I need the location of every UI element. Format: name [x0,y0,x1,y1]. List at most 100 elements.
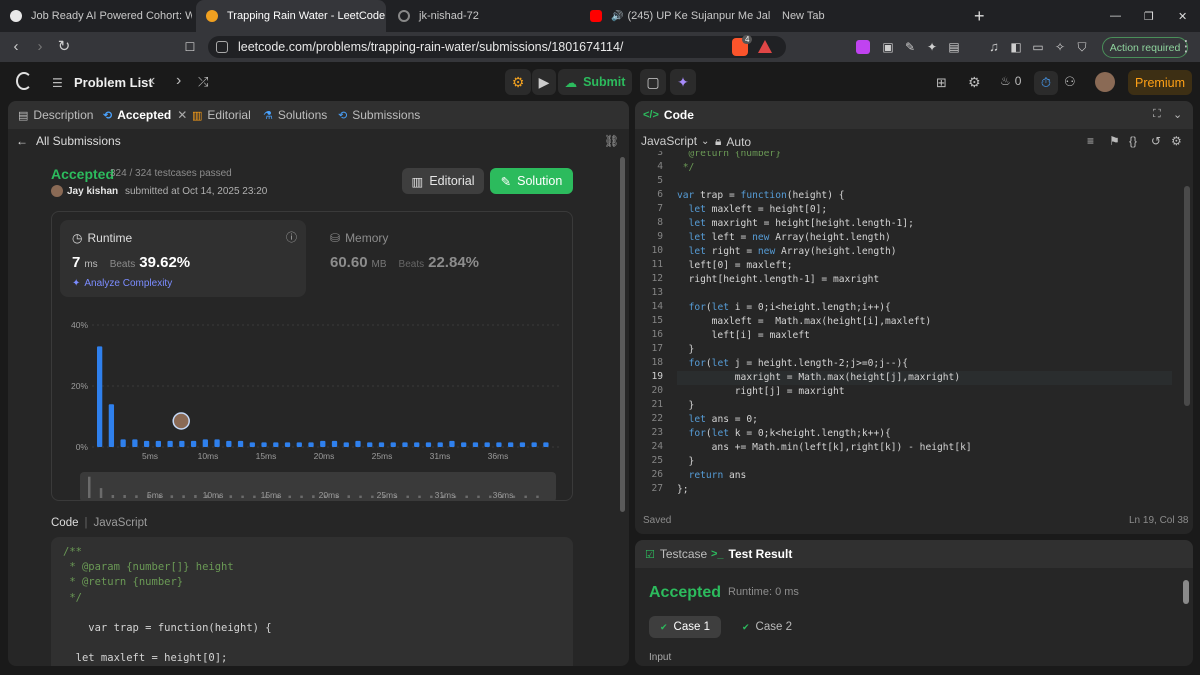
bookmark-icon[interactable]: ⚑ [1109,134,1120,148]
chart-bar [214,439,220,447]
debug-icon[interactable]: ⚙ [505,69,531,95]
timer-icon[interactable]: ⏱ [1034,71,1058,95]
all-submissions-link[interactable]: ← All Submissions [16,134,121,148]
close-window-icon[interactable]: ✕ [1168,0,1198,32]
leo-ai-icon[interactable]: ✧ [1050,36,1070,58]
code-line: right[j] = maxright [734,386,845,397]
info-icon[interactable]: ⓘ [286,229,297,245]
minimize-icon[interactable]: — [1100,0,1130,32]
mini-bar [99,488,103,498]
tab-code[interactable]: </> Code [643,101,694,129]
sidebar-icon[interactable]: ◧ [1006,36,1026,58]
code-line: }; [677,484,689,495]
case-2-tab[interactable]: ✔ Case 2 [731,616,803,638]
run-icon[interactable]: ▶ [532,69,556,95]
chart-bar [155,440,162,447]
puzzle-icon[interactable]: ✦ [922,36,942,58]
notes-icon[interactable]: ▢ [640,69,666,95]
test-result-panel: ☑ Testcase >_ Test Result Accepted Runti… [635,540,1193,666]
add-friend-icon[interactable]: ⚇ [1064,74,1076,90]
layout-icon[interactable]: ⊞ [936,75,947,91]
ai-sparkle-icon[interactable]: ✦ [670,69,696,95]
menu-icon[interactable]: ⋮ [1176,36,1196,58]
screenshot-icon[interactable]: ▤ [944,36,964,58]
browser-tab-cohort[interactable]: Job Ready AI Powered Cohort: Web [0,0,192,32]
browser-tab-new[interactable]: New Tab [772,0,962,32]
editor-scrollbar[interactable] [1184,186,1190,406]
shuffle-icon[interactable]: ⤮ [198,74,208,90]
pen-icon[interactable]: ✎ [900,36,920,58]
reset-icon[interactable]: ↺ [1151,134,1161,148]
user-avatar[interactable] [1095,72,1115,92]
tab-editorial[interactable]: ▥ Editorial [192,101,251,129]
settings-icon[interactable]: ⚙ [968,74,981,91]
browser-tab-github[interactable]: jk-nishad-72 [388,0,578,32]
back-icon[interactable]: ‹ [6,36,26,58]
close-tab-icon[interactable]: ✕ [385,9,386,23]
tab-solutions[interactable]: ⚗ Solutions [263,101,327,129]
mini-bar [123,495,126,498]
chart-bar [402,442,408,447]
line-number: 27 [651,483,663,494]
memory-card[interactable]: ⛁ Memory 60.60 MB Beats 22.84% [318,220,564,297]
browser-tab-leetcode[interactable]: Trapping Rain Water - LeetCode ✕ [196,0,386,32]
tab-testcase[interactable]: ☑ Testcase [645,540,707,568]
tab-test-result[interactable]: >_ Test Result [711,540,792,568]
language-select[interactable]: JavaScript ⌄ [641,134,709,148]
close-tab-icon[interactable]: ✕ [177,108,187,122]
leetcode-logo-icon[interactable] [16,72,32,90]
audio-icon[interactable]: 🔊 [611,11,623,22]
submitted-code-block[interactable]: /** * @param {number[]} height * @return… [51,537,573,666]
next-problem-icon[interactable]: › [176,72,181,90]
music-icon[interactable]: ♫ [984,36,1004,58]
problem-list-link[interactable]: Problem List [74,75,153,90]
history-icon: ⟲ [103,109,113,122]
chevron-down-icon[interactable]: ⌄ [1173,108,1182,121]
code-editor[interactable]: 3 @return {number} 4 */ 5 6 var trap = funct… [635,151,1181,501]
mini-bar [229,495,233,498]
mini-x-tick-label: 36ms [493,490,514,500]
runtime-card[interactable]: ◷ Runtime ⓘ 7 ms Beats 39.62% ✦ Analyze … [60,220,306,297]
wallet-icon[interactable]: ▭ [1028,36,1048,58]
extension-icon[interactable] [856,40,870,54]
leetcode-favicon-icon [206,10,218,22]
editorial-button[interactable]: ▥ Editorial [402,168,484,194]
browser-tab-youtube[interactable]: 🔊 (245) UP Ke Sujanpur Me Jal Pisa [580,0,770,32]
tab-submissions[interactable]: ⟲ Submissions [338,101,420,129]
streak-counter[interactable]: ♨ 0 [1000,74,1021,88]
chart-bar [414,442,420,447]
chart-bar [390,442,396,447]
auto-mode-toggle[interactable]: 🔒︎ Auto [715,134,751,149]
new-tab-plus-icon[interactable]: + [964,0,994,32]
case-1-tab[interactable]: ✔ Case 1 [649,616,721,638]
format-icon[interactable]: ≡ [1087,134,1094,148]
reload-icon[interactable]: ↻ [54,36,74,58]
extension-icon-2[interactable]: ▣ [878,36,898,58]
submit-button[interactable]: ☁ Submit [558,69,632,95]
forward-icon[interactable]: › [30,36,50,58]
address-bar[interactable]: leetcode.com/problems/trapping-rain-wate… [208,36,786,58]
vpn-icon[interactable]: ⛉ [1072,36,1092,58]
tab-accepted[interactable]: ⟲ Accepted ✕ [103,101,187,129]
scrollbar-thumb[interactable] [620,157,625,512]
chart-bar [437,442,443,447]
share-link-icon[interactable]: ⛓ [604,134,619,148]
premium-button[interactable]: Premium [1128,70,1192,95]
rewards-icon[interactable] [758,40,772,53]
settings-icon[interactable]: ⚙ [1171,134,1182,148]
result-scrollbar[interactable] [1183,580,1189,604]
runtime-distribution-chart[interactable]: 40% 20% 0% 5ms 10ms 15ms 20ms 25ms 31ms 36ms 5ms 10… [52,302,572,500]
line-number: 13 [651,287,663,298]
analyze-complexity-link[interactable]: ✦ Analyze Complexity [72,278,172,289]
solution-button[interactable]: ✎ Solution [490,168,573,194]
code-line: left[i] = maxleft [711,330,810,341]
maximize-icon[interactable]: ❐ [1134,0,1164,32]
chart-bar [461,442,467,447]
tab-description[interactable]: ▤ Description [18,101,93,129]
expand-icon[interactable]: ⛶ [1153,108,1161,121]
braces-icon[interactable]: {} [1129,134,1137,148]
bookmark-icon[interactable]: ☐ [180,36,200,58]
site-info-icon[interactable] [216,41,228,53]
submitter-name[interactable]: Jay kishan [67,186,118,197]
prev-problem-icon[interactable]: ‹ [150,72,155,90]
